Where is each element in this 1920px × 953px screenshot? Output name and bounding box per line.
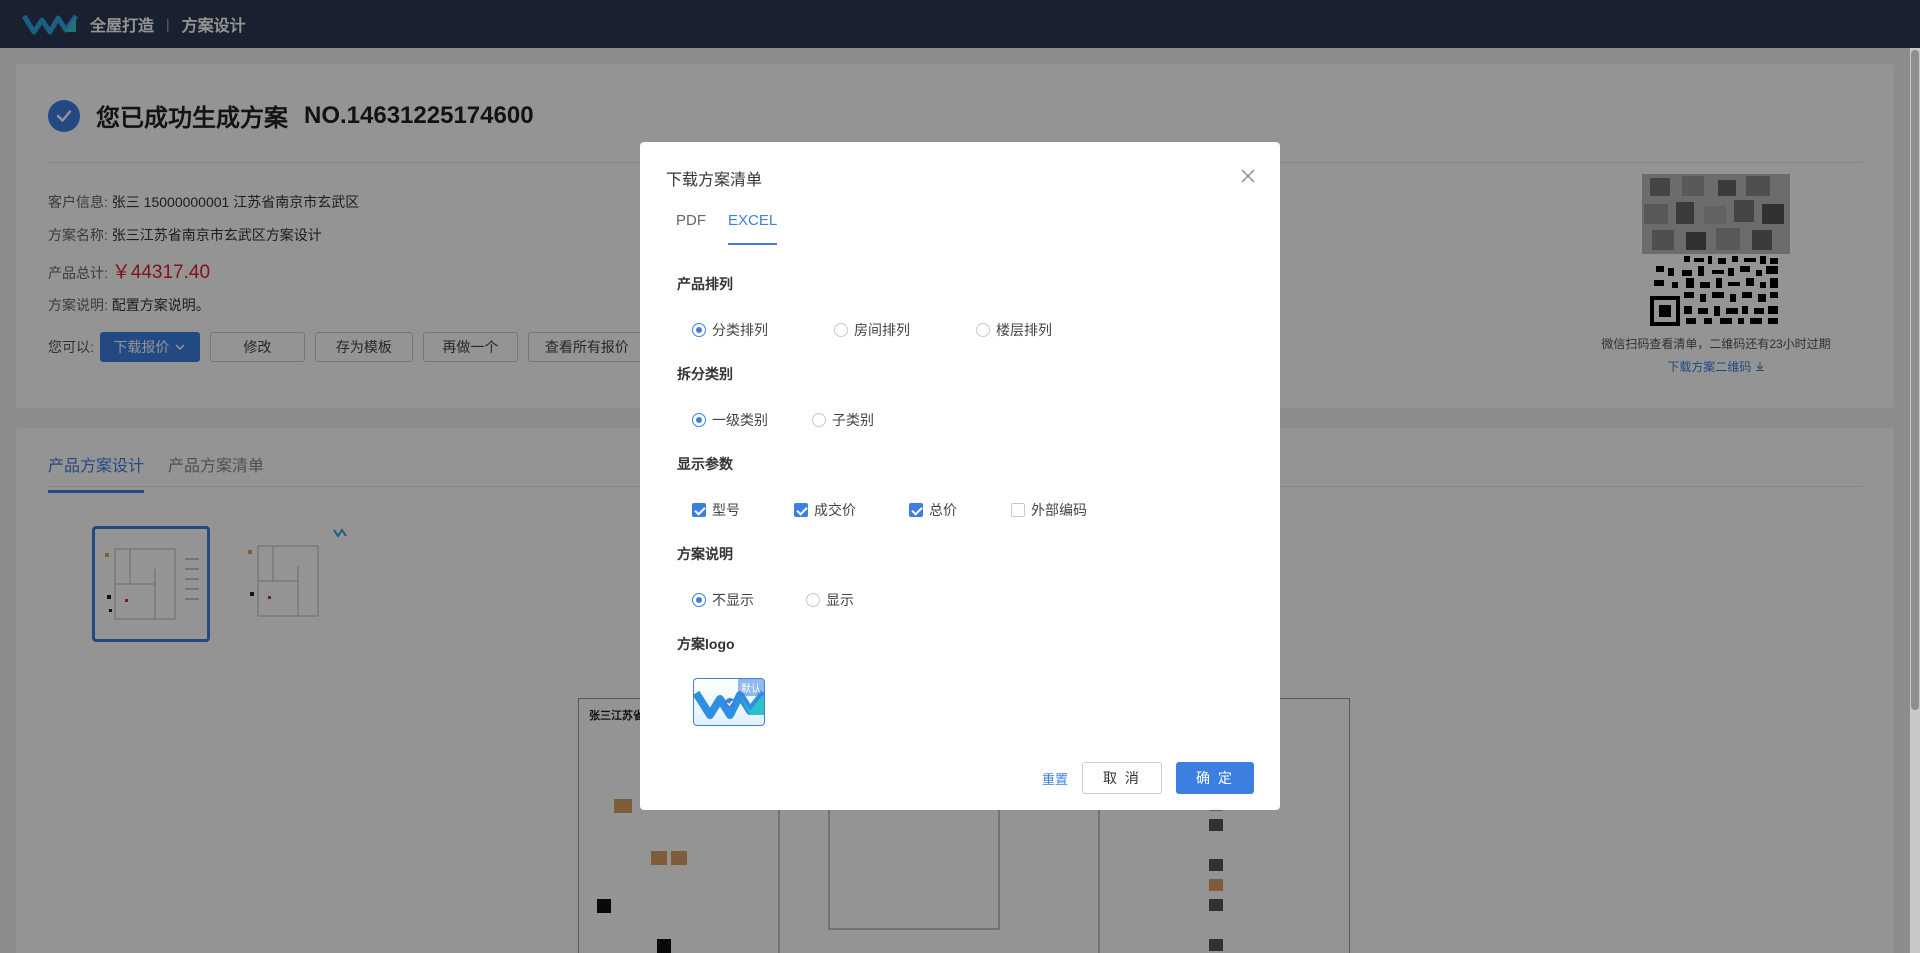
checkbox-icon bbox=[1011, 503, 1025, 517]
sort-options: 分类排列 房间排列 楼层排列 bbox=[692, 320, 1052, 340]
params-options: 型号 成交价 总价 外部编码 bbox=[692, 500, 1087, 520]
radio-label: 子类别 bbox=[832, 412, 874, 428]
desc-options: 不显示 显示 bbox=[692, 590, 854, 610]
checkbox-external-code[interactable]: 外部编码 bbox=[1011, 500, 1087, 520]
reset-link[interactable]: 重置 bbox=[1042, 769, 1068, 788]
section-desc-label: 方案说明 bbox=[677, 546, 733, 562]
checkbox-icon bbox=[909, 503, 923, 517]
radio-desc-show[interactable]: 显示 bbox=[806, 590, 854, 610]
tab-pdf[interactable]: PDF bbox=[676, 212, 706, 245]
cancel-button[interactable]: 取 消 bbox=[1082, 762, 1162, 794]
confirm-button[interactable]: 确 定 bbox=[1176, 762, 1254, 794]
checkbox-model[interactable]: 型号 bbox=[692, 500, 794, 520]
checkbox-deal-price[interactable]: 成交价 bbox=[794, 500, 909, 520]
dialog-tabs: PDF EXCEL bbox=[676, 212, 799, 245]
radio-sort-room[interactable]: 房间排列 bbox=[834, 320, 976, 340]
checkbox-label: 外部编码 bbox=[1031, 502, 1087, 518]
checkbox-total-price[interactable]: 总价 bbox=[909, 500, 1011, 520]
default-tag: 默认 bbox=[738, 679, 764, 696]
close-icon[interactable] bbox=[1240, 168, 1256, 184]
section-sort-label: 产品排列 bbox=[677, 276, 733, 292]
radio-split-sub[interactable]: 子类别 bbox=[812, 410, 874, 430]
checkbox-icon bbox=[794, 503, 808, 517]
section-logo-label: 方案logo bbox=[677, 636, 735, 652]
checkbox-icon bbox=[692, 503, 706, 517]
radio-icon bbox=[692, 323, 706, 337]
radio-label: 楼层排列 bbox=[996, 322, 1052, 338]
tab-excel[interactable]: EXCEL bbox=[728, 212, 778, 245]
radio-sort-floor[interactable]: 楼层排列 bbox=[976, 320, 1052, 340]
radio-split-level1[interactable]: 一级类别 bbox=[692, 410, 812, 430]
radio-icon bbox=[976, 323, 990, 337]
radio-label: 房间排列 bbox=[854, 322, 910, 338]
radio-label: 分类排列 bbox=[712, 322, 768, 338]
section-split-label: 拆分类别 bbox=[677, 366, 733, 382]
radio-icon bbox=[692, 413, 706, 427]
radio-icon bbox=[692, 593, 706, 607]
dialog-title: 下载方案清单 bbox=[666, 172, 763, 189]
radio-desc-hide[interactable]: 不显示 bbox=[692, 590, 806, 610]
checkbox-label: 型号 bbox=[712, 502, 740, 518]
section-params-label: 显示参数 bbox=[677, 456, 733, 472]
split-options: 一级类别 子类别 bbox=[692, 410, 874, 430]
checkbox-label: 成交价 bbox=[814, 502, 856, 518]
download-dialog: 下载方案清单 PDF EXCEL 产品排列 分类排列 房间排列 楼层排列 拆分类… bbox=[640, 142, 1280, 810]
logo-option-default[interactable]: 默认 bbox=[693, 678, 765, 726]
checkbox-label: 总价 bbox=[929, 502, 957, 518]
radio-icon bbox=[806, 593, 820, 607]
radio-icon bbox=[834, 323, 848, 337]
radio-sort-category[interactable]: 分类排列 bbox=[692, 320, 834, 340]
radio-label: 一级类别 bbox=[712, 412, 768, 428]
radio-icon bbox=[812, 413, 826, 427]
radio-label: 不显示 bbox=[712, 592, 754, 608]
scrollbar-thumb[interactable] bbox=[1911, 50, 1919, 710]
dialog-footer: 重置 取 消 确 定 bbox=[1042, 762, 1254, 794]
radio-label: 显示 bbox=[826, 592, 854, 608]
